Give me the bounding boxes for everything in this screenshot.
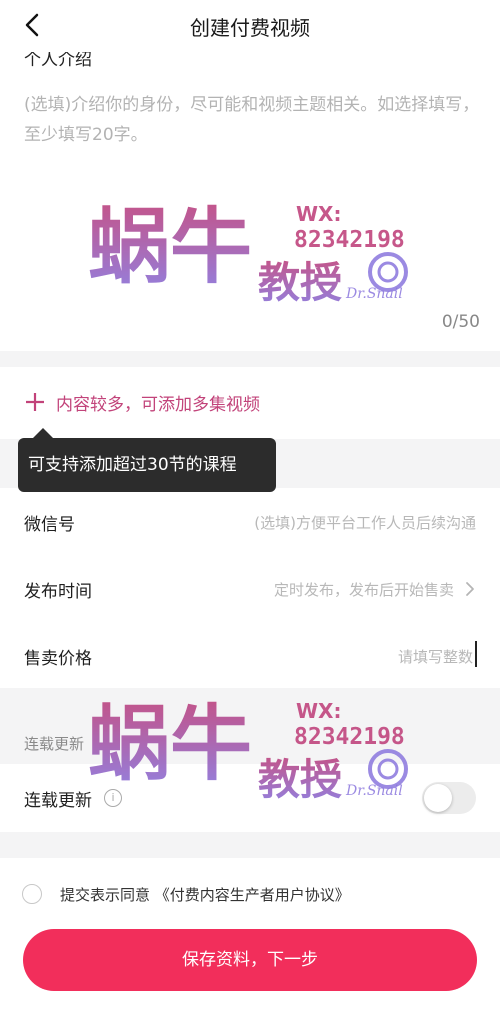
- wechat-label: 微信号: [24, 515, 75, 535]
- top-bar: 创建付费视频: [0, 0, 500, 52]
- agreement-link[interactable]: 《付费内容生产者用户协议》: [155, 886, 350, 904]
- price-row[interactable]: 售卖价格 请填写整数: [0, 622, 500, 688]
- agreement-prefix: 提交表示同意: [60, 886, 151, 904]
- agreement-text: 提交表示同意 《付费内容生产者用户协议》: [60, 884, 350, 905]
- serial-section-header: 连载更新: [0, 706, 500, 762]
- add-episodes-label: 内容较多，可添加多集视频: [56, 395, 260, 415]
- info-icon[interactable]: i: [104, 789, 122, 807]
- serial-toggle[interactable]: [422, 782, 476, 814]
- intro-char-counter: 0/50: [441, 312, 480, 332]
- serial-toggle-row: 连载更新 i: [0, 764, 500, 832]
- chevron-right-icon: [466, 582, 474, 596]
- price-label: 售卖价格: [24, 649, 92, 669]
- plus-icon: [26, 393, 44, 411]
- publish-time-value: 定时发布，发布后开始售卖: [273, 581, 454, 599]
- text-cursor: [475, 641, 477, 667]
- serial-toggle-label: 连载更新: [24, 791, 92, 811]
- save-next-button[interactable]: 保存资料，下一步: [23, 929, 477, 991]
- form-section: 微信号 (选填)方便平台工作人员后续沟通 发布时间 定时发布，发布后开始售卖 售…: [0, 488, 500, 688]
- intro-textarea[interactable]: (选填)介绍你的身份，尽可能和视频主题相关。如选择填写，至少填写20字。: [24, 90, 484, 150]
- wechat-input[interactable]: (选填)方便平台工作人员后续沟通: [254, 512, 476, 533]
- intro-section: 个人介绍 (选填)介绍你的身份，尽可能和视频主题相关。如选择填写，至少填写20字…: [0, 40, 500, 351]
- toggle-knob: [424, 784, 452, 812]
- agreement-radio[interactable]: [22, 884, 42, 904]
- price-input[interactable]: 请填写整数: [398, 646, 473, 667]
- tooltip-arrow: [33, 428, 53, 438]
- page-title: 创建付费视频: [190, 16, 310, 40]
- publish-time-label: 发布时间: [24, 582, 92, 602]
- tooltip: 可支持添加超过30节的课程: [18, 438, 276, 492]
- serial-section-label: 连载更新: [24, 735, 85, 753]
- publish-time-row[interactable]: 发布时间 定时发布，发布后开始售卖: [0, 555, 500, 621]
- wechat-row[interactable]: 微信号 (选填)方便平台工作人员后续沟通: [0, 488, 500, 554]
- add-episodes-button[interactable]: 内容较多，可添加多集视频: [0, 367, 500, 439]
